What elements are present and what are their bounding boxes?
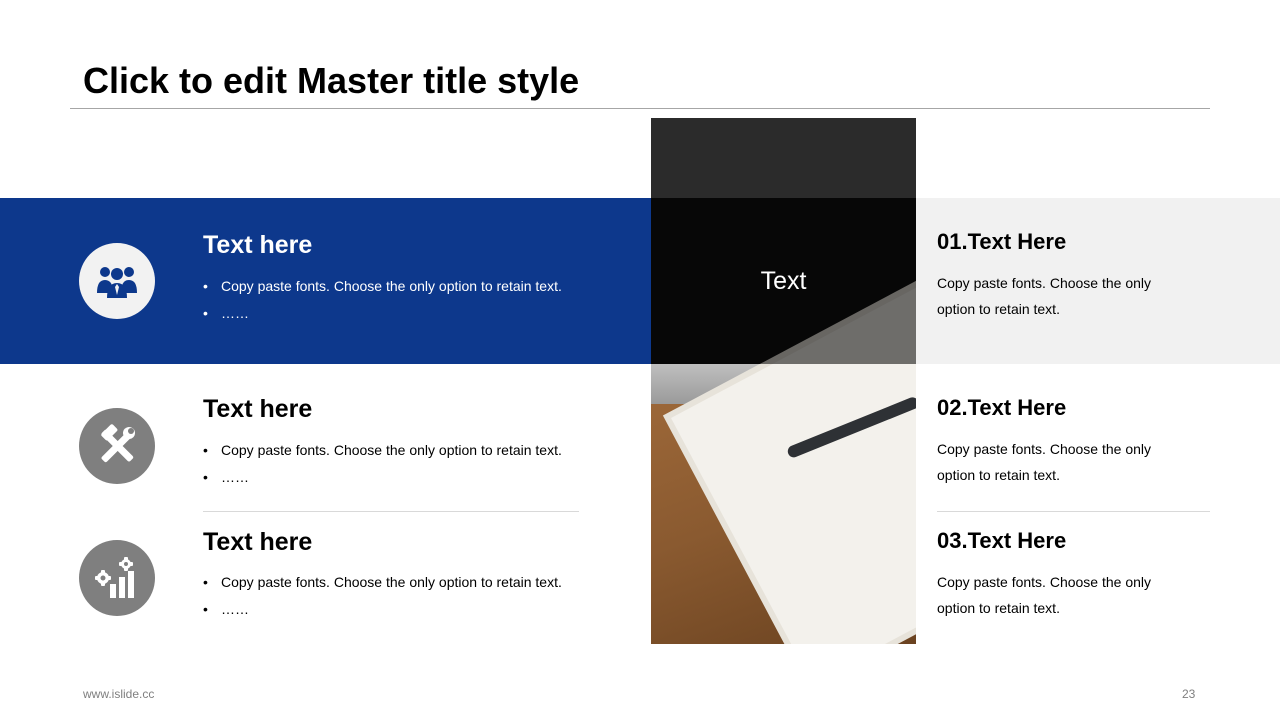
people-icon-circle [79, 243, 155, 319]
footer-url: www.islide.cc [83, 687, 155, 701]
bullet-item: …… [203, 464, 562, 491]
row-3-title: Text here [203, 528, 313, 556]
item-01-title: 01.Text Here [937, 229, 1067, 254]
gear-chart-icon-circle [79, 540, 155, 616]
bullet-item: …… [203, 596, 562, 623]
row-2-title: Text here [203, 395, 313, 423]
slide-title: Click to edit Master title style [83, 60, 580, 101]
row-1-bullets: Copy paste fonts. Choose the only option… [203, 273, 562, 326]
tools-icon [101, 424, 135, 463]
bullet-item: Copy paste fonts. Choose the only option… [203, 437, 562, 464]
row-3-bullets: Copy paste fonts. Choose the only option… [203, 569, 562, 622]
row-divider [203, 511, 579, 512]
tools-icon-circle [79, 408, 155, 484]
laptop-notebook-photo: Text [651, 118, 916, 644]
bullet-item: …… [203, 300, 562, 327]
row-2-bullets: Copy paste fonts. Choose the only option… [203, 437, 562, 490]
page-number: 23 [1182, 687, 1196, 701]
item-01-description: Copy paste fonts. Choose the only option… [937, 275, 1152, 317]
photo-label: Text [760, 267, 807, 295]
item-03-description: Copy paste fonts. Choose the only option… [937, 574, 1152, 616]
item-02-title: 02.Text Here [937, 395, 1067, 420]
row-1-title: Text here [203, 231, 313, 259]
bullet-item: Copy paste fonts. Choose the only option… [203, 569, 562, 596]
people-icon [97, 267, 137, 298]
item-03-title: 03.Text Here [937, 528, 1067, 553]
photo-overlay: Text [651, 198, 916, 364]
title-divider [70, 108, 1210, 109]
bullet-item: Copy paste fonts. Choose the only option… [203, 273, 562, 300]
numbered-divider [937, 511, 1210, 512]
gear-bar-chart-icon [95, 557, 134, 598]
item-02-description: Copy paste fonts. Choose the only option… [937, 441, 1152, 483]
